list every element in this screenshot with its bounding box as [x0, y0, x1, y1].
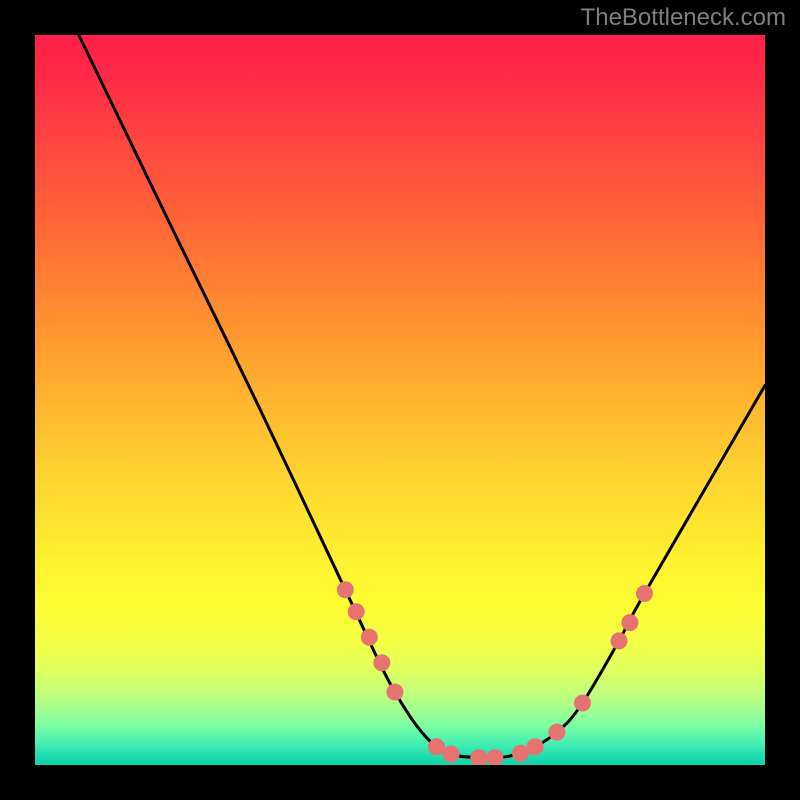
gradient-background — [35, 35, 765, 765]
attribution-text: TheBottleneck.com — [581, 4, 786, 32]
chart-frame: TheBottleneck.com — [0, 0, 800, 800]
plot-area — [35, 35, 765, 765]
